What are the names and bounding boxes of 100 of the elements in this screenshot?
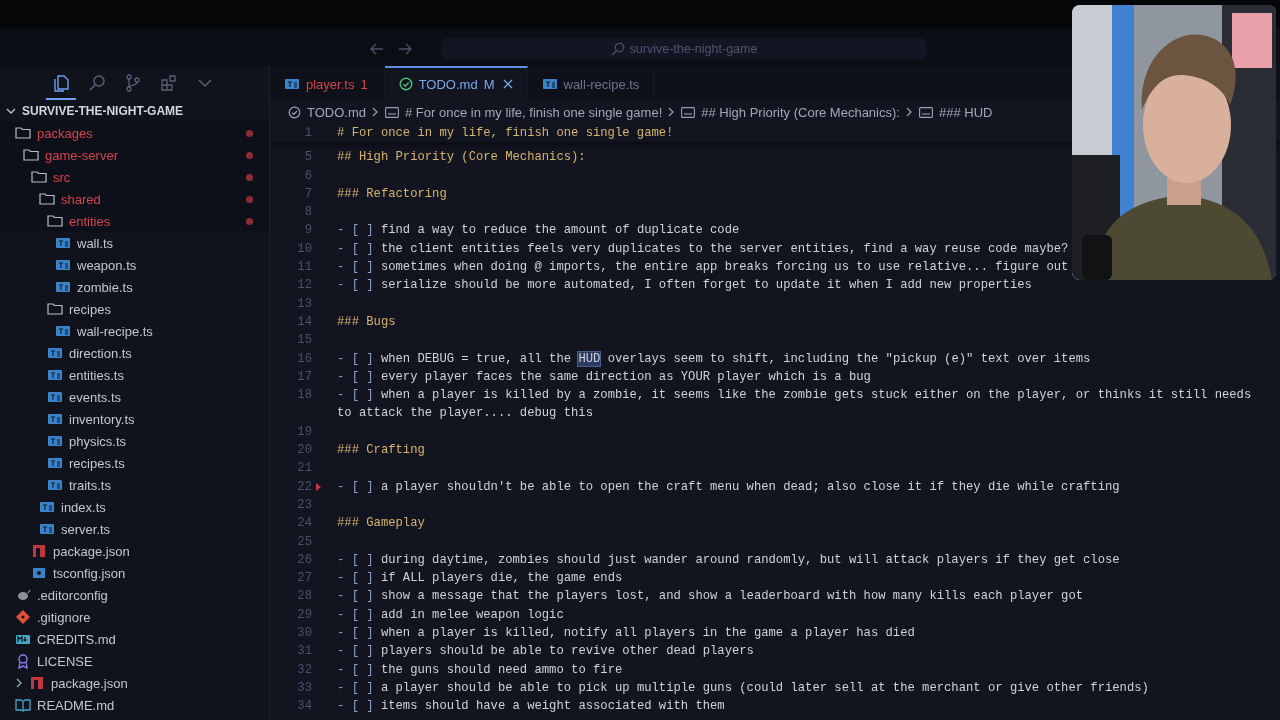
- package-file-icon: [29, 675, 45, 691]
- code-line: - [ ] show a message that the players lost, and show a leaderboard with how many kills each player got: [337, 588, 1085, 606]
- tree-item[interactable]: index.ts: [0, 496, 106, 518]
- modified-dot: [246, 217, 253, 225]
- tree-item[interactable]: wall.ts: [0, 232, 114, 254]
- tree-item[interactable]: zombie.ts: [0, 276, 133, 298]
- code-line: - [ ] every player faces the same direction as YOUR player which is a bug: [337, 368, 872, 386]
- back-arrow-icon[interactable]: [370, 43, 384, 55]
- typescript-file-icon: [541, 76, 558, 92]
- string-symbol-icon: [918, 106, 933, 118]
- code-line: ### Bugs: [337, 313, 397, 331]
- check-circle-icon: [288, 105, 301, 119]
- tree-item[interactable]: game-server: [0, 144, 118, 166]
- code-line: - [ ] when a player is killed by a zombie, it seems like the zombie gets stuck either on the player, or thinks it still needs to attack the player.... debug this: [337, 387, 1253, 423]
- source-control-icon[interactable]: [124, 74, 142, 92]
- line-number: 26: [296, 551, 312, 569]
- typescript-file-icon: [284, 76, 300, 92]
- line-number: 8: [303, 204, 312, 222]
- typescript-file-icon: [55, 279, 71, 295]
- code-line: - [ ] if ALL players die, the game ends: [337, 570, 624, 588]
- tree-item[interactable]: README.md: [0, 694, 115, 716]
- typescript-file-icon: [47, 367, 63, 383]
- code-line: - [ ] when a player is killed, notify all players in the game a player has died: [337, 625, 916, 642]
- line-number: 28: [296, 588, 312, 606]
- typescript-file-icon: [55, 323, 71, 339]
- extensions-icon[interactable]: [160, 74, 178, 92]
- tree-item[interactable]: tsconfig.json: [0, 562, 126, 584]
- explorer-icon[interactable]: [52, 74, 70, 92]
- line-number: 24: [296, 515, 312, 533]
- forward-arrow-icon[interactable]: [398, 43, 412, 55]
- line-number: 19: [296, 423, 312, 441]
- code-line: - [ ] sometimes when doing @ imports, the entire app breaks forcing us to use relative... figure out: [337, 259, 1070, 277]
- tree-item[interactable]: .gitignore: [0, 606, 91, 628]
- breadcrumb-item[interactable]: TODO.md: [307, 104, 366, 120]
- code-line: - [ ] players should be able to revive other dead players: [337, 643, 755, 661]
- tree-item[interactable]: weapon.ts: [0, 254, 137, 276]
- tree-item[interactable]: recipes.ts: [0, 452, 125, 474]
- tree-item[interactable]: events.ts: [0, 386, 122, 408]
- tree-item[interactable]: CREDITS.md: [0, 628, 116, 650]
- breadcrumb-item[interactable]: ### HUD: [938, 104, 993, 120]
- tree-item[interactable]: LICENSE: [0, 650, 93, 672]
- typescript-file-icon: [47, 345, 63, 361]
- typescript-file-icon: [47, 433, 63, 449]
- tree-item[interactable]: .editorconfig: [0, 584, 108, 606]
- tree-item[interactable]: shared: [0, 188, 101, 210]
- line-number: 7: [303, 185, 312, 203]
- tree-item[interactable]: src: [0, 166, 71, 188]
- breadcrumb-item[interactable]: # For once in my life, finish one single game!: [405, 104, 663, 120]
- tree-item[interactable]: traits.ts: [0, 474, 111, 496]
- config-file-icon: [31, 565, 47, 581]
- tree-item[interactable]: entities: [0, 210, 111, 232]
- mouse-icon: [15, 587, 31, 603]
- chevron-right-icon: [905, 107, 913, 117]
- editor-tab[interactable]: player.ts 1: [270, 66, 385, 100]
- code-line: - [ ] a player should be able to pick up multiple guns (could later sell at the merchant or give other friends): [337, 679, 1150, 697]
- tree-item[interactable]: package.json: [0, 672, 128, 694]
- line-number: 12: [296, 277, 312, 295]
- line-number: 20: [296, 442, 312, 460]
- tree-item[interactable]: recipes: [0, 298, 111, 320]
- line-number: 29: [296, 606, 312, 624]
- code-line: ### Gameplay: [337, 515, 426, 533]
- line-number: 17: [296, 368, 312, 386]
- line-number: 21: [296, 460, 312, 478]
- tree-item[interactable]: server.ts: [0, 518, 111, 540]
- typescript-file-icon: [39, 521, 55, 537]
- tree-item[interactable]: wall-recipe.ts: [0, 320, 153, 342]
- folder-icon: [15, 125, 31, 141]
- explorer-section-header[interactable]: SURVIVE-THE-NIGHT-GAME: [0, 100, 269, 122]
- active-view-indicator: [46, 98, 76, 100]
- line-number: 25: [296, 533, 312, 551]
- line-number: 32: [296, 661, 312, 679]
- tree-item[interactable]: direction.ts: [0, 342, 132, 364]
- search-icon[interactable]: [88, 74, 106, 92]
- tree-item[interactable]: packages: [0, 122, 93, 144]
- modified-dot: [246, 195, 253, 203]
- line-number: 33: [296, 679, 312, 697]
- typescript-file-icon: [47, 455, 63, 471]
- editor-tab[interactable]: TODO.md M: [384, 66, 528, 100]
- tree-item[interactable]: package.json: [0, 540, 130, 562]
- code-line: - [ ] when DEBUG = true, all the HUD overlays seem to shift, including the "pickup (e)" text over items: [337, 350, 1092, 368]
- chevron-right-icon: [372, 107, 379, 117]
- tree-item[interactable]: entities.ts: [0, 364, 124, 386]
- code-line: - [ ] find a way to reduce the amount of duplicate code: [337, 222, 741, 240]
- line-number: 1: [303, 125, 312, 142]
- folder-icon: [47, 301, 63, 317]
- close-icon[interactable]: [502, 79, 513, 89]
- line-number: 30: [296, 625, 312, 642]
- line-number: 23: [296, 496, 312, 514]
- modified-dot: [246, 129, 253, 137]
- tree-item[interactable]: inventory.ts: [0, 408, 135, 430]
- tree-item[interactable]: physics.ts: [0, 430, 127, 452]
- search-icon: [610, 42, 625, 56]
- typescript-file-icon: [47, 477, 63, 493]
- line-number: 14: [296, 313, 312, 331]
- breadcrumb-item[interactable]: ## High Priority (Core Mechanics):: [701, 104, 900, 120]
- editor-tab[interactable]: wall-recipe.ts: [527, 66, 655, 100]
- typescript-file-icon: [39, 499, 55, 515]
- modified-dot: [246, 173, 253, 181]
- code-line: - [ ] serialize should be more automated, I often forget to update it when I add new properties: [337, 277, 1033, 295]
- folder-icon: [31, 169, 47, 185]
